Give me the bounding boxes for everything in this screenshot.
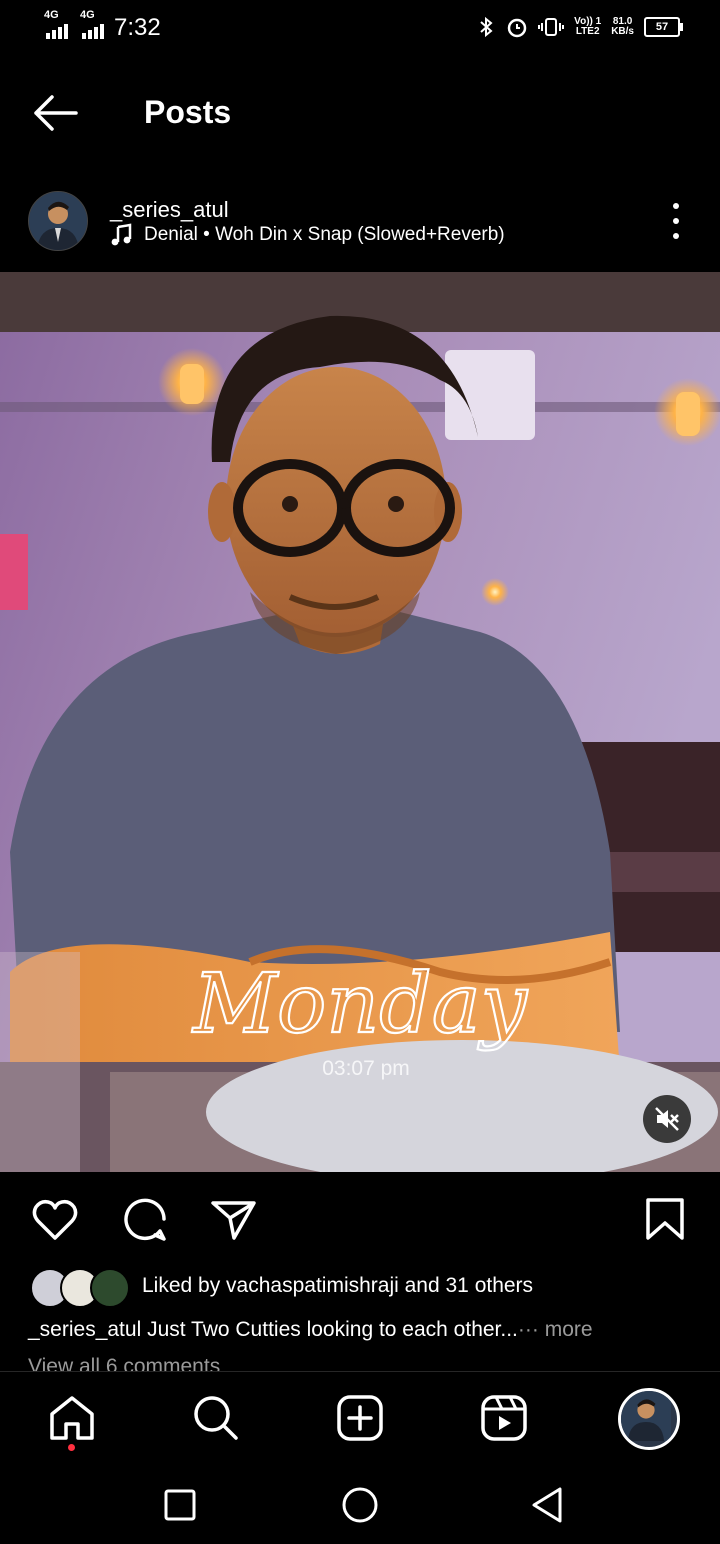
add-square-icon [337, 1395, 383, 1441]
comment-icon [124, 1198, 166, 1241]
audio-track-title: Denial • Woh Din x Snap (Slowed+Reverb) [144, 224, 505, 245]
circle-icon [342, 1487, 378, 1523]
more-options-button[interactable] [664, 203, 688, 239]
post-actions [0, 1190, 720, 1250]
more-vertical-icon [673, 203, 679, 239]
sticker-day-text: Monday [191, 957, 529, 1052]
top-bar: Posts [0, 70, 720, 160]
alarm-icon [507, 18, 527, 38]
square-icon [164, 1489, 196, 1521]
post-header: _series_atul Denial • Woh Din x Snap (Sl… [0, 185, 720, 265]
liker-avatars [30, 1268, 130, 1308]
search-icon [194, 1396, 238, 1440]
bottom-nav [0, 1371, 720, 1472]
music-note-icon [111, 223, 132, 246]
avatar [90, 1268, 130, 1308]
likes-summary: Liked by vachaspatimishraji and 31 other… [142, 1274, 534, 1297]
send-icon [211, 1201, 256, 1240]
audio-track-link[interactable]: Denial • Woh Din x Snap (Slowed+Reverb) [110, 223, 505, 247]
system-nav-bar [0, 1471, 720, 1544]
arrow-left-icon [34, 95, 78, 131]
save-button[interactable] [640, 1194, 690, 1244]
recent-apps-button[interactable] [158, 1483, 202, 1527]
nav-search[interactable] [190, 1392, 242, 1444]
caption-username[interactable]: _series_atul [28, 1318, 141, 1341]
post-photo: Monday 03:07 pm [0, 272, 720, 1172]
avatar [621, 1391, 671, 1441]
battery-icon: 57 [644, 17, 683, 37]
network-speed: 81.0 KB/s [611, 16, 634, 37]
page-title: Posts [144, 94, 232, 130]
caption-text: Just Two Cutties looking to each other..… [141, 1318, 518, 1341]
speaker-muted-icon [655, 1107, 679, 1131]
comment-button[interactable] [120, 1194, 170, 1244]
bookmark-icon [646, 1198, 684, 1240]
bluetooth-icon [480, 16, 493, 38]
like-button[interactable] [30, 1194, 80, 1244]
clock: 7:32 [114, 14, 161, 41]
nav-home[interactable] [46, 1392, 98, 1444]
volte-indicator: Vo)) 1 LTE2 [574, 16, 602, 37]
system-home-button[interactable] [338, 1483, 382, 1527]
view-comments-link[interactable]: View all 6 comments [28, 1355, 220, 1371]
post-caption[interactable]: _series_atul Just Two Cutties looking to… [28, 1318, 593, 1342]
likes-row[interactable]: Liked by vachaspatimishraji and 31 other… [30, 1266, 710, 1310]
status-bar: 4G 4G 7:32 Vo)) 1 LTE2 81.0 KB/s 57 [0, 0, 720, 60]
post-media[interactable]: Monday 03:07 pm [0, 272, 720, 1172]
sticker-time-text: 03:07 pm [322, 1057, 410, 1080]
vibrate-icon [538, 18, 565, 36]
nav-profile[interactable] [618, 1388, 680, 1450]
heart-icon [32, 1199, 78, 1240]
signal-sim2-icon: 4G [80, 9, 104, 39]
nav-create[interactable] [334, 1392, 386, 1444]
share-button[interactable] [208, 1194, 258, 1244]
author-avatar[interactable] [28, 191, 88, 251]
triangle-back-icon [532, 1487, 562, 1523]
reels-icon [481, 1395, 527, 1441]
back-button[interactable] [28, 90, 84, 136]
nav-reels[interactable] [478, 1392, 530, 1444]
home-icon [50, 1396, 94, 1440]
mute-toggle-button[interactable] [643, 1095, 691, 1143]
signal-sim1-icon: 4G [44, 9, 68, 39]
caption-more-link[interactable]: ··· more [518, 1318, 593, 1341]
notification-dot [68, 1444, 75, 1451]
author-username[interactable]: _series_atul [110, 197, 229, 223]
system-back-button[interactable] [526, 1483, 570, 1527]
